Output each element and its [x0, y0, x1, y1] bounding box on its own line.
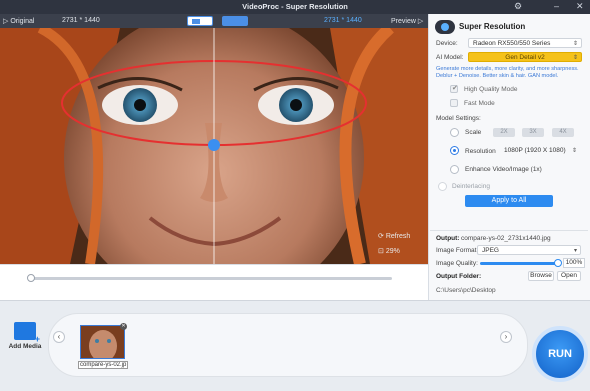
close-icon[interactable]: ✕ — [576, 1, 584, 12]
image-quality-label: Image Quality: — [436, 260, 478, 267]
timeline-area — [0, 264, 428, 300]
original-resolution: 2731 * 1440 — [62, 17, 100, 24]
image-quality-handle[interactable] — [554, 259, 562, 267]
super-resolution-icon — [435, 20, 455, 34]
image-quality-value[interactable]: 100% — [563, 258, 585, 268]
resolution-radio[interactable] — [450, 146, 459, 155]
deinterlacing-checkbox[interactable] — [438, 182, 447, 191]
scale-4x-button[interactable]: 4X — [552, 128, 574, 137]
face-preview-illustration — [0, 28, 428, 264]
high-quality-label: High Quality Mode — [464, 86, 518, 93]
output-label: Output: — [436, 235, 460, 242]
chevron-left-icon[interactable]: ‹ — [53, 331, 65, 343]
thumbnail-filename: compare-ys-02.jp — [78, 361, 128, 369]
image-format-label: Image Format: — [436, 247, 479, 254]
chevron-updown-icon: ⇕ — [572, 41, 578, 47]
preview-image: ⟳ Refresh ⊡ 29% — [0, 28, 428, 264]
zoom-indicator: ⊡ 29% — [378, 248, 400, 255]
ai-model-description: Generate more details, more clarity, and… — [436, 66, 579, 79]
chevron-right-icon[interactable]: › — [500, 331, 512, 343]
enhance-radio[interactable] — [450, 165, 459, 174]
panel-title: Super Resolution — [459, 22, 526, 31]
media-thumbnail[interactable] — [80, 325, 125, 359]
chevron-updown-icon: ⇕ — [572, 55, 578, 61]
chevron-updown-icon: ⇕ — [571, 148, 577, 154]
scale-label: Scale — [465, 129, 482, 136]
run-button[interactable]: RUN — [532, 326, 588, 382]
preview-button[interactable]: Preview ▷ — [391, 17, 423, 25]
fast-mode-checkbox[interactable] — [450, 99, 458, 107]
output-folder-path: C:\Users\pc\Desktop — [436, 287, 496, 294]
model-settings-label: Model Settings: — [436, 115, 481, 122]
ai-model-select[interactable]: Gen Detail v2 ⇕ — [468, 52, 582, 62]
scale-radio[interactable] — [450, 128, 459, 137]
panel-header: Super Resolution — [435, 20, 585, 34]
add-media-button[interactable]: Add Media — [8, 322, 42, 350]
scale-3x-button[interactable]: 3X — [522, 128, 544, 137]
apply-to-all-button[interactable]: Apply to All — [465, 195, 553, 207]
original-label: ▷ Original — [3, 18, 35, 25]
window-title: VideoProc - Super Resolution — [242, 2, 348, 11]
panel-divider — [430, 230, 588, 231]
browse-button[interactable]: Browse — [528, 271, 554, 281]
thumbnail-image — [81, 326, 124, 358]
deinterlacing-label: Deinterlacing — [452, 183, 490, 190]
image-quality-slider[interactable] — [480, 262, 556, 265]
title-bar: VideoProc - Super Resolution ⚙ – ✕ — [0, 0, 590, 14]
timeline-slider[interactable] — [30, 277, 392, 280]
output-filename: compare-ys-02_2731x1440.jpg — [461, 235, 551, 242]
fast-mode-label: Fast Mode — [464, 100, 495, 107]
preview-toolbar: ▷ Original 2731 * 1440 2731 * 1440 Previ… — [0, 14, 428, 28]
refresh-button[interactable]: ⟳ Refresh — [378, 232, 410, 240]
device-select[interactable]: Radeon RX550/550 Series ⇕ — [468, 38, 582, 48]
enhance-label: Enhance Video/Image (1x) — [465, 166, 542, 173]
output-folder-label: Output Folder: — [436, 273, 482, 280]
output-resolution: 2731 * 1440 — [324, 17, 362, 24]
minimize-icon[interactable]: – — [554, 1, 559, 11]
ai-model-label: AI Model: — [436, 54, 464, 61]
remove-media-icon[interactable]: ✕ — [120, 323, 127, 330]
resolution-label: Resolution — [465, 148, 496, 155]
timeline-handle[interactable] — [27, 274, 35, 282]
image-format-select[interactable]: JPEG ▾ — [477, 245, 581, 255]
scale-2x-button[interactable]: 2X — [493, 128, 515, 137]
resolution-select[interactable]: 1080P (1920 X 1080) ⇕ — [500, 146, 580, 156]
chevron-down-icon: ▾ — [573, 248, 577, 254]
gear-icon[interactable]: ⚙ — [514, 1, 522, 12]
device-label: Device: — [436, 40, 458, 47]
single-view-button[interactable] — [222, 16, 248, 26]
open-button[interactable]: Open — [557, 271, 581, 281]
split-compare-button[interactable] — [187, 16, 213, 26]
add-video-icon — [14, 322, 40, 344]
high-quality-checkbox[interactable] — [450, 84, 458, 93]
